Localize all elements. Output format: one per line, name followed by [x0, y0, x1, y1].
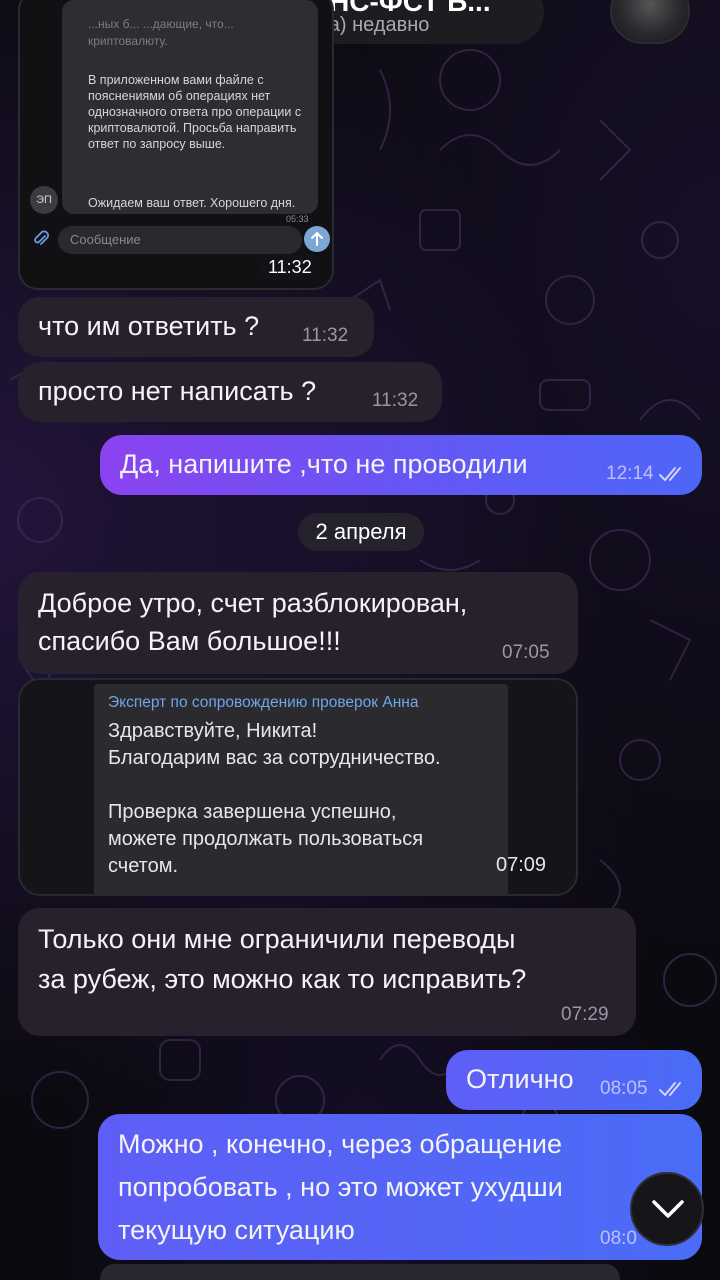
message-text: Да, напишите ,что не проводили — [120, 449, 528, 479]
forwarded-text-line: счетом. — [108, 855, 179, 877]
contact-avatar[interactable] — [610, 0, 690, 44]
message-time: 08:0 — [600, 1228, 637, 1249]
outgoing-message[interactable]: Можно , конечно, через обращение попробо… — [98, 1114, 702, 1260]
message-time: 07:05 — [502, 642, 550, 663]
outgoing-message[interactable]: Да, напишите ,что не проводили 12:14 — [100, 435, 702, 495]
message-text-line: спасибо Вам большое!!! — [38, 626, 341, 656]
message-time: 07:09 — [496, 854, 547, 876]
message-time: 07:29 — [561, 1004, 609, 1025]
date-separator: 2 апреля — [298, 513, 424, 551]
screenshot-inner-time: 05:33 — [286, 214, 309, 224]
screenshot-closing-text: Ожидаем ваш ответ. Хорошего дня. — [88, 196, 296, 210]
incoming-message[interactable]: Доброе утро, счет разблокирован, спасибо… — [18, 572, 578, 674]
sender-initials-avatar: ЭП — [30, 186, 58, 214]
message-text: просто нет написать ? — [38, 376, 317, 406]
message-time: 11:32 — [302, 325, 349, 346]
screenshot-body-text: В приложенном вами файле с пояснениями о… — [88, 73, 302, 151]
message-time: 11:32 — [260, 254, 320, 280]
forwarded-message-card: Эксперт по сопровождению проверок Анна З… — [94, 684, 508, 896]
message-text: что им ответить ? — [38, 311, 260, 341]
forwarded-text-line: Здравствуйте, Никита! — [108, 720, 318, 742]
image-message[interactable]: ...ных б... ...дающие, что... криптовалю… — [18, 0, 334, 290]
message-time: 11:32 — [372, 390, 419, 411]
forwarded-text-line: Проверка завершена успешно, — [108, 801, 397, 823]
screenshot-message-input: Сообщение — [58, 226, 302, 254]
message-text-line: попробовать , но это может ухудши — [118, 1172, 563, 1202]
message-text-line: Доброе утро, счет разблокирован, — [38, 588, 468, 618]
image-message[interactable]: Эксперт по сопровождению проверок Анна З… — [18, 678, 578, 896]
chevron-down-icon — [652, 1200, 684, 1218]
screenshot-faded-text: ...ных б... ...дающие, что... криптовалю… — [88, 17, 234, 48]
message-time: 12:14 — [606, 463, 654, 484]
paperclip-icon — [34, 230, 49, 245]
forwarded-sender-name: Эксперт по сопровождению проверок Анна — [108, 694, 419, 711]
scroll-to-bottom-button[interactable] — [630, 1172, 704, 1246]
forwarded-text-line: Благодарим вас за сотрудничество. — [108, 747, 441, 769]
message-text: Отлично — [466, 1064, 574, 1094]
incoming-message[interactable]: Только они мне ограничили переводы за ру… — [18, 908, 636, 1036]
send-icon — [304, 226, 330, 252]
forwarded-text-line: можете продолжать пользоваться — [108, 828, 424, 850]
double-check-icon — [659, 1082, 681, 1097]
message-text-line: Только они мне ограничили переводы — [38, 924, 516, 954]
message-text-line: текущую ситуацию — [118, 1215, 355, 1245]
next-message-peek — [100, 1264, 620, 1280]
message-text-line: Можно , конечно, через обращение — [118, 1129, 563, 1159]
screenshot-message-card: ...ных б... ...дающие, что... криптовалю… — [62, 0, 318, 224]
message-time: 08:05 — [600, 1078, 648, 1099]
outgoing-message[interactable]: Отлично 08:05 — [446, 1050, 702, 1110]
incoming-message[interactable]: что им ответить ? 11:32 — [18, 297, 374, 357]
incoming-message[interactable]: просто нет написать ? 11:32 — [18, 362, 442, 422]
message-text-line: за рубеж, это можно как то исправить? — [38, 964, 527, 994]
double-check-icon — [659, 467, 681, 482]
